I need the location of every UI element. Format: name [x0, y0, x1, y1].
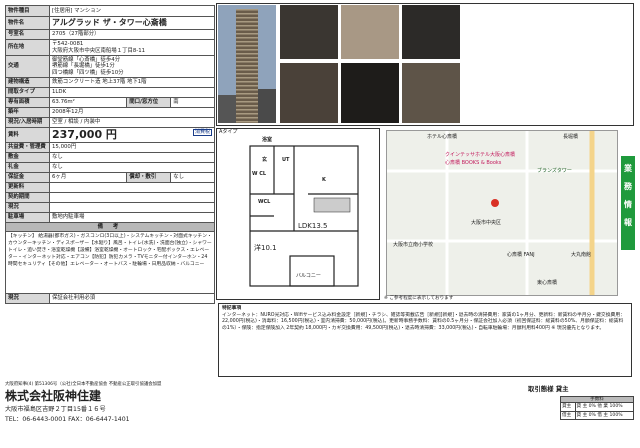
value-layout: 1LDK	[49, 87, 215, 98]
label-status: 現況	[5, 202, 50, 213]
value-guarantee: 6ヶ月	[48, 172, 128, 183]
label-access: 交通	[5, 55, 50, 78]
value-fee: 15,000円	[49, 142, 215, 153]
room-balcony: バルコニー	[296, 273, 321, 279]
fee-row2-label: 借主	[560, 410, 576, 420]
sidebar-business-info: 業務情報	[621, 156, 635, 250]
room-genkan: 玄	[262, 157, 268, 163]
value-direction: 南	[170, 97, 215, 108]
label-type: 物件種目	[5, 5, 50, 17]
access-line-3: 四つ橋線「四ツ橋」徒歩10分	[52, 69, 124, 76]
label-direction: 間口/窓方位	[126, 97, 172, 108]
notes-box: 特記事項 インターネット：NURO光対応・Wifiサービス込み料金設定［新規]・…	[218, 303, 632, 377]
room-ut: UT	[282, 157, 290, 163]
value-amort: なし	[170, 172, 215, 183]
map-label-2: クインテッサホテル大阪心斎橋	[445, 152, 516, 158]
room-k: K	[322, 177, 326, 183]
value-current: 空室 / 相談 / 内装中	[49, 117, 215, 128]
label-deposit: 敷金	[5, 152, 50, 163]
value-parking: 敷地内駐車場	[49, 212, 215, 223]
map-label-3: 心斎橋 BOOKS & Books	[445, 160, 502, 166]
label-guarantee: 保証金	[5, 172, 50, 183]
map-label-10: 東心斎橋	[537, 280, 558, 286]
remarks-header: 備 考	[5, 222, 215, 232]
label-built: 築年	[5, 107, 50, 118]
fee-row2-value: 貸 主 0% 借 主 100%	[574, 410, 635, 420]
room-wcl2: WCL	[258, 199, 271, 205]
label-layout: 間取タイプ	[5, 87, 50, 98]
value-contract	[49, 192, 215, 203]
company-tel: TEL：06-6443-0001 FAX：06-6447-1401	[5, 416, 130, 423]
photo-frame	[216, 3, 634, 126]
value-keymoney: なし	[49, 162, 215, 173]
company-address: 大阪市福島区吉野２丁目15番１６号	[5, 406, 106, 413]
label-guarantor: 現況	[5, 293, 50, 304]
label-name: 物件名	[5, 16, 50, 30]
value-structure: 鉄筋コンクリート造 地上37階 地下1階	[49, 77, 215, 88]
map-label-7: 大阪市中央区	[471, 220, 502, 226]
label-current: 現況/入居時期	[5, 117, 50, 128]
label-rent: 賃料	[5, 127, 50, 143]
notes-header: 特記事項	[222, 306, 242, 311]
label-parking: 駐車場	[5, 212, 50, 223]
room-wcl1: W CL	[252, 171, 267, 177]
label-contract: 契約期間	[5, 192, 50, 203]
value-built: 2008年12月	[49, 107, 215, 118]
label-amort: 償却・敷引	[126, 172, 172, 183]
map-label-1: ホテル心斎橋	[427, 134, 458, 140]
label-fee: 共益費・管理費	[5, 142, 50, 153]
room-yo: 洋10.1	[254, 244, 277, 252]
footer-license: 大阪府知事(4) 第51306号（公社)全日本不動産協会 不動産公正取引協議会加…	[5, 382, 162, 387]
fee-row1-label: 貸主	[560, 402, 576, 412]
value-area: 63.76m²	[48, 97, 128, 108]
rent-price: 237,000 円	[52, 127, 117, 141]
label-room: 号室名	[5, 29, 50, 40]
value-guarantor: 保証会社利用必須	[49, 293, 215, 304]
label-structure: 建物構造	[5, 77, 50, 88]
notes-text: インターネット：NURO光対応・Wifiサービス込み料金設定［新規]・チラシ、雑…	[222, 312, 625, 332]
label-keymoney: 礼金	[5, 162, 50, 173]
fee-table: 手数料 貸主貸 主 0% 他 業 100% 借主貸 主 0% 借 主 100%	[560, 395, 635, 420]
value-type: [住居用] マンション	[49, 5, 215, 17]
property-name: アルグラッド ザ・タワー心斎橋	[49, 16, 215, 30]
address: 大阪府大阪市中央区南船場１丁目8-11	[52, 47, 146, 54]
map-area[interactable]: ホテル心斎橋 クインテッサホテル大阪心斎橋 心斎橋 BOOKS & Books …	[386, 130, 618, 296]
map-label-9: 大丸南館	[571, 252, 592, 258]
room-ldk: LDK13.5	[298, 222, 328, 230]
tax-badge: 消費税	[192, 128, 212, 137]
fee-row1-value: 貸 主 0% 他 業 100%	[574, 402, 635, 412]
map-note: ※ ご参考程度に表示しております	[384, 296, 454, 301]
value-deposit: なし	[49, 152, 215, 163]
company-name: 株式会社阪神住建	[5, 389, 102, 403]
property-info-table: 物件種目 [住居用] マンション 物件名 アルグラッド ザ・タワー心斎橋 号室名 27…	[5, 5, 215, 304]
value-renewal	[49, 182, 215, 193]
label-area: 専有面積	[5, 97, 50, 108]
map-label-4: 長堀橋	[563, 134, 579, 140]
label-renewal: 更新料	[5, 182, 50, 193]
label-address: 所在地	[5, 39, 50, 56]
value-room: 2705（27階部分）	[49, 29, 215, 40]
map-label-6: 大阪市立南小学校	[393, 242, 434, 248]
fee-title: 取引態様 貸主	[528, 385, 569, 393]
map-label-8: 心斎橋 FANJ	[507, 252, 535, 258]
floorplan-drawing	[249, 145, 359, 287]
room-bath: 浴室	[262, 137, 273, 143]
value-status	[49, 202, 215, 213]
remarks-text: 【キッチン】 給湯器(都市ガス)・ガスコンロ(3口以上)・システムキッチン・対面…	[5, 231, 215, 294]
map-label-5: ブランズタワー	[537, 168, 572, 174]
floorplan-type: Aタイプ	[219, 129, 238, 135]
